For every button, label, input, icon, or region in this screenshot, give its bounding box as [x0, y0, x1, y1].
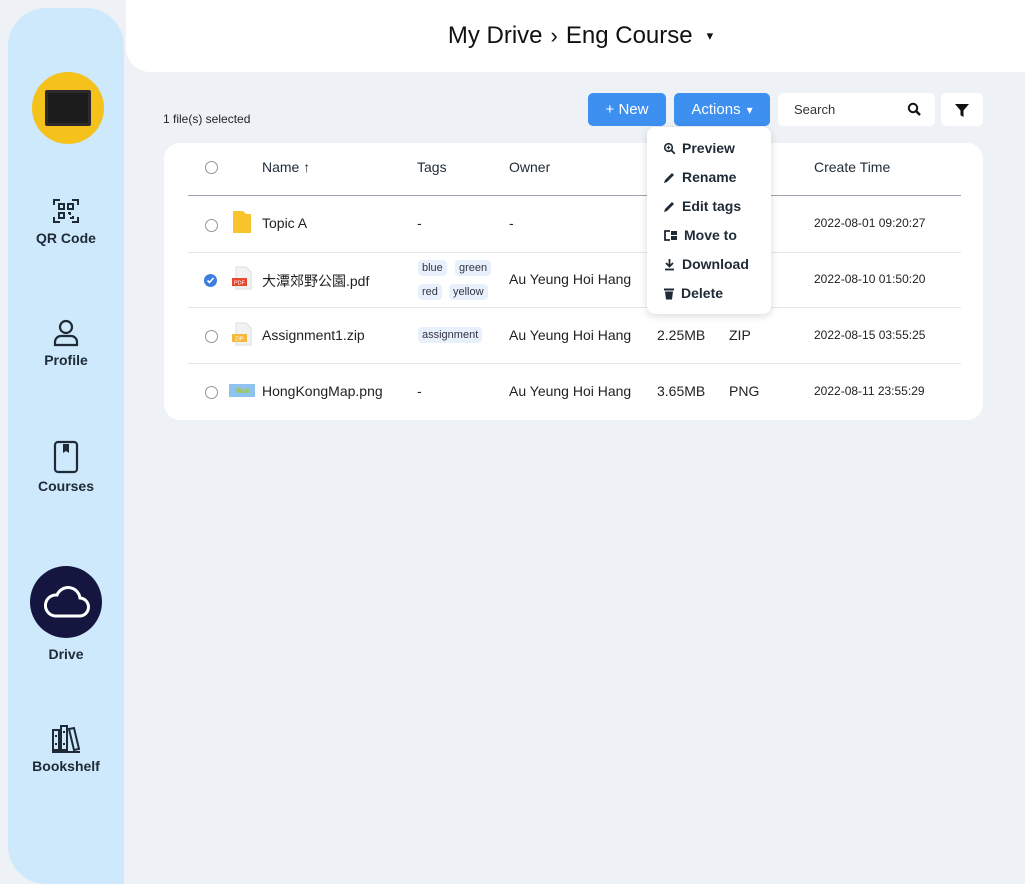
file-create-time: 2022-08-10 01:50:20	[814, 272, 926, 286]
file-name[interactable]: HongKongMap.png	[262, 383, 383, 399]
menu-item-download[interactable]: Download	[663, 256, 749, 272]
book-icon	[53, 440, 79, 474]
bookshelf-icon	[52, 725, 81, 753]
file-name[interactable]: 大潭郊野公園.pdf	[262, 271, 369, 291]
svg-text:ZIP: ZIP	[235, 337, 244, 343]
breadcrumb: My Drive › Eng Course ▾	[448, 22, 713, 50]
caret-down-icon: ▾	[746, 102, 753, 117]
user-icon	[53, 319, 79, 347]
row-select-radio[interactable]	[205, 330, 218, 343]
column-header-create-time[interactable]: Create Time	[814, 159, 890, 175]
row-divider	[188, 307, 961, 308]
menu-item-label: Rename	[682, 169, 737, 185]
zip-icon: ZIP	[232, 322, 252, 346]
file-tags: -	[417, 215, 422, 231]
new-button[interactable]: + New	[588, 93, 666, 126]
menu-item-label: Download	[682, 256, 749, 272]
breadcrumb-root[interactable]: My Drive	[448, 22, 543, 50]
file-owner: Au Yeung Hoi Hang	[509, 271, 632, 287]
actions-dropdown-menu: Preview Rename Edit tags Move to Downloa…	[647, 127, 771, 314]
breadcrumb-separator: ›	[550, 23, 558, 48]
breadcrumb-current[interactable]: Eng Course	[566, 22, 693, 50]
menu-item-label: Delete	[681, 285, 724, 301]
menu-item-edit-tags[interactable]: Edit tags	[663, 198, 741, 214]
column-header-owner[interactable]: Owner	[509, 159, 550, 175]
monitor-icon	[45, 90, 91, 126]
row-selected-check[interactable]	[204, 274, 217, 287]
zoom-icon	[663, 142, 676, 154]
checkmark-icon	[206, 277, 215, 284]
file-type: ZIP	[729, 327, 751, 343]
qr-code-icon	[53, 199, 79, 223]
sidebar-item-label: QR Code	[36, 230, 96, 246]
image-icon	[229, 384, 255, 397]
tag-chip: blue	[418, 260, 447, 276]
app-logo	[32, 72, 104, 144]
filter-button[interactable]	[941, 93, 983, 126]
tag-chip: yellow	[449, 284, 488, 300]
file-create-time: 2022-08-15 03:55:25	[814, 328, 926, 342]
sidebar-item-label: Bookshelf	[32, 758, 100, 774]
pencil-icon	[664, 201, 674, 212]
search-input[interactable]	[792, 101, 906, 118]
tag-chip: red	[418, 284, 442, 300]
download-icon	[665, 258, 674, 270]
sidebar-item-label: Drive	[48, 646, 84, 662]
sidebar-item-courses[interactable]: Courses	[8, 440, 124, 494]
header: My Drive › Eng Course ▾	[126, 0, 1025, 72]
cloud-icon	[43, 586, 90, 618]
row-divider	[188, 252, 961, 253]
actions-label: Actions	[691, 101, 741, 118]
file-owner: Au Yeung Hoi Hang	[509, 327, 632, 343]
file-owner: -	[509, 215, 514, 231]
sidebar-item-drive[interactable]: Drive	[8, 566, 124, 662]
menu-item-label: Preview	[682, 140, 735, 156]
selection-count: 1 file(s) selected	[163, 112, 251, 126]
file-size: 2.25MB	[657, 327, 706, 343]
menu-item-label: Edit tags	[682, 198, 742, 214]
file-owner: Au Yeung Hoi Hang	[509, 383, 632, 399]
tag-chip: green	[455, 260, 492, 276]
file-name[interactable]: Assignment1.zip	[262, 327, 365, 343]
column-header-name[interactable]: Name ↑	[262, 159, 310, 175]
select-all-radio[interactable]	[205, 161, 218, 174]
menu-item-rename[interactable]: Rename	[663, 169, 736, 185]
search-icon[interactable]	[907, 102, 921, 116]
file-tags: -	[417, 383, 422, 399]
file-type: PNG	[729, 383, 760, 399]
pencil-icon	[664, 172, 674, 183]
svg-text:PDF: PDF	[234, 281, 246, 287]
header-divider	[188, 195, 961, 196]
sidebar-item-profile[interactable]: Profile	[8, 318, 124, 368]
file-name[interactable]: Topic A	[262, 215, 307, 231]
sidebar-item-label: Profile	[44, 352, 88, 368]
menu-item-preview[interactable]: Preview	[663, 140, 735, 156]
row-divider	[188, 363, 961, 364]
row-select-radio[interactable]	[205, 386, 218, 399]
row-select-radio[interactable]	[205, 219, 218, 232]
tag-chip: assignment	[418, 327, 483, 343]
sidebar-item-bookshelf[interactable]: Bookshelf	[8, 722, 124, 774]
move-icon	[664, 229, 677, 241]
folder-icon	[233, 211, 251, 233]
search-box	[778, 93, 935, 126]
chevron-down-icon[interactable]: ▾	[707, 28, 714, 44]
menu-item-delete[interactable]: Delete	[663, 285, 723, 301]
file-size: 3.65MB	[657, 383, 706, 399]
actions-button[interactable]: Actions ▾	[674, 93, 770, 126]
file-create-time: 2022-08-01 09:20:27	[814, 216, 926, 230]
column-header-tags[interactable]: Tags	[417, 159, 447, 175]
sidebar-item-qr-code[interactable]: QR Code	[8, 196, 124, 246]
drive-active-indicator	[30, 566, 102, 638]
menu-item-move-to[interactable]: Move to	[663, 227, 737, 243]
pdf-icon: PDF	[232, 266, 252, 290]
trash-icon	[664, 288, 674, 299]
sidebar-item-label: Courses	[37, 478, 95, 494]
filter-icon	[955, 103, 969, 117]
file-create-time: 2022-08-11 23:55:29	[814, 384, 925, 398]
menu-item-label: Move to	[684, 227, 737, 243]
